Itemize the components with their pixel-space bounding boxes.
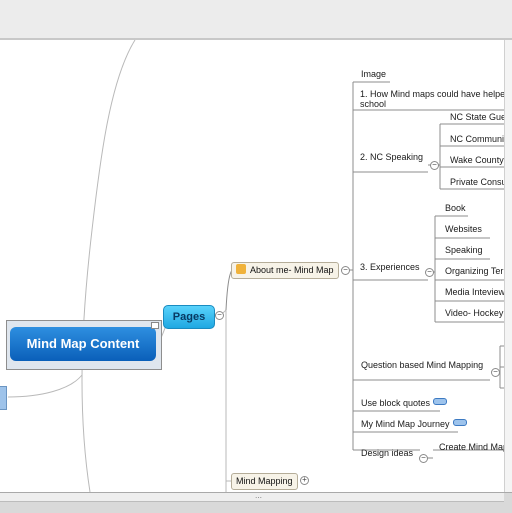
central-topic[interactable]: Mind Map Content [6,320,162,370]
link-icon[interactable] [433,398,448,405]
node-block-quotes-label: Use block quotes [361,398,431,408]
node-book[interactable]: Book [445,203,466,214]
topic-mind-mapping[interactable]: Mind Mapping [231,473,298,490]
vertical-scrollbar[interactable] [504,40,512,492]
node-journey[interactable]: My Mind Map Journey [361,419,467,430]
collapse-toggle-question-based[interactable]: − [491,368,500,377]
node-journey-label: My Mind Map Journey [361,419,450,429]
link-icon[interactable] [452,419,467,426]
node-nc-speaking[interactable]: 2. NC Speaking [360,152,423,163]
node-block-quotes[interactable]: Use block quotes [361,398,448,409]
node-experiences[interactable]: 3. Experiences [360,262,420,273]
topic-about-me-label: About me- Mind Map [250,265,334,275]
collapse-toggle-about-me[interactable]: − [341,266,350,275]
window-toolbar [0,0,512,40]
node-nc-community[interactable]: NC Community [450,134,511,145]
mind-map-canvas[interactable]: Mind Map Content Pages − About me- Mind … [0,40,512,492]
collapse-toggle-design-ideas[interactable]: − [419,454,428,463]
node-design-ideas[interactable]: Design ideas [361,448,413,459]
thumbs-up-icon [236,264,246,274]
node-private-consul[interactable]: Private Consul [450,177,509,188]
node-speaking[interactable]: Speaking [445,245,483,256]
collapse-toggle-experiences[interactable]: − [425,268,434,277]
node-websites[interactable]: Websites [445,224,482,235]
node-video-hockey[interactable]: Video- Hockey H [445,308,512,319]
partial-left-node[interactable] [0,386,7,410]
node-organizing[interactable]: Organizing Terry [445,266,511,277]
node-image[interactable]: Image [361,69,386,80]
status-bar: ⋯ [0,492,512,513]
topic-pages[interactable]: Pages [163,305,215,329]
grip-dots-icon: ⋯ [255,495,262,502]
expand-toggle-mind-mapping[interactable]: + [300,476,309,485]
note-marker-icon [151,322,159,329]
node-nc-state[interactable]: NC State Gues [450,112,511,123]
node-media-interviews[interactable]: Media Inteviews [445,287,510,298]
node-wake-county[interactable]: Wake County L [450,155,511,166]
central-topic-label: Mind Map Content [10,327,156,361]
node-how-mind-maps-line2[interactable]: school [360,99,386,110]
collapse-toggle-nc-speaking[interactable]: − [430,161,439,170]
collapse-toggle-pages[interactable]: − [215,311,224,320]
node-question-based[interactable]: Question based Mind Mapping [361,360,483,371]
splitter-handle[interactable]: ⋯ [0,493,504,502]
node-create-mind-map[interactable]: Create Mind Map [439,442,508,453]
topic-about-me[interactable]: About me- Mind Map [231,262,339,279]
